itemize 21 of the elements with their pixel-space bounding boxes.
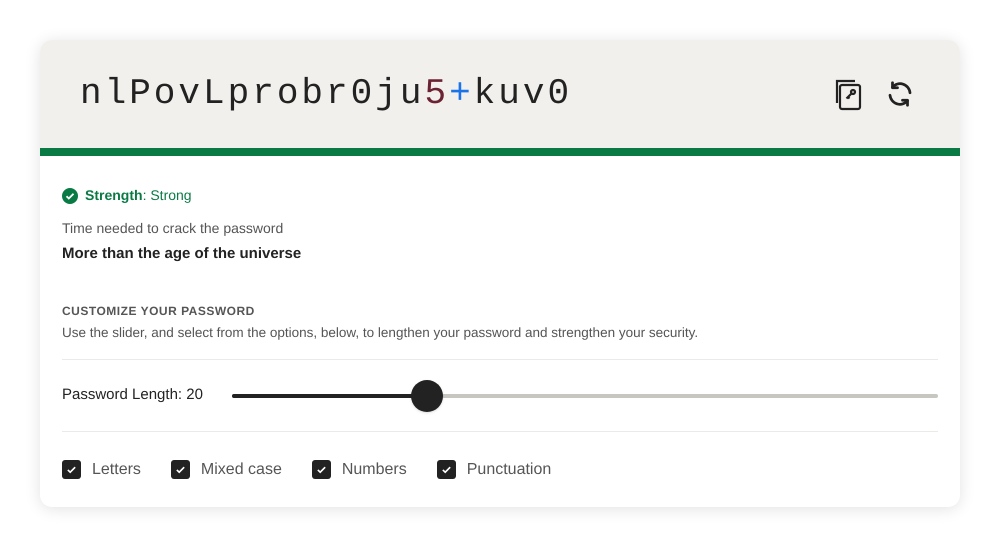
section-heading: CUSTOMIZE YOUR PASSWORD: [62, 302, 256, 320]
option-label: Mixed case: [200, 460, 282, 480]
crack-time-value: More than the age of the universe: [62, 244, 302, 264]
checkmark-icon: [440, 464, 452, 475]
length-label: Password Length: 20: [62, 385, 204, 406]
option-checkbox[interactable]: [170, 460, 190, 479]
strength-label: Strength: Strong: [85, 186, 192, 206]
section-description: Use the slider, and select from the options, below, to lengthen your password and strengthen your security.: [62, 324, 700, 342]
checkmark-icon: [174, 464, 186, 475]
generated-password: nlPovLprobr0ju 5+kuv0: [80, 72, 572, 116]
option-checkbox[interactable]: [436, 460, 456, 479]
checkmark-icon: [316, 464, 327, 475]
length-slider[interactable]: [232, 380, 938, 412]
check-circle-icon: [62, 188, 78, 204]
option-label: Letters: [92, 460, 141, 480]
crack-time-label: Time needed to crack the password: [62, 219, 284, 238]
option-checkbox[interactable]: [312, 460, 331, 479]
option-label: Punctuation: [466, 460, 552, 480]
option-label: Numbers: [342, 460, 407, 480]
checkmark-icon: [66, 464, 77, 475]
option-checkbox[interactable]: [62, 460, 81, 479]
